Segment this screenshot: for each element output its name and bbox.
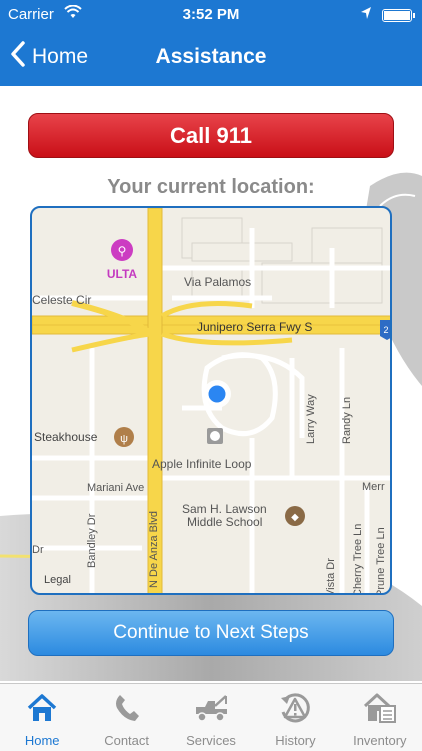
battery-icon — [382, 9, 415, 22]
tab-services[interactable]: Services — [169, 684, 253, 751]
map-label-celeste: Celeste Cir — [32, 293, 91, 307]
tab-inventory[interactable]: Inventory — [338, 684, 422, 751]
call-911-button[interactable]: Call 911 — [28, 113, 394, 158]
house-icon — [26, 692, 58, 729]
tab-bar: Home Contact Services History Inventory — [0, 683, 422, 751]
tab-label-home: Home — [24, 733, 60, 748]
map-label-lawson-1: Sam H. Lawson — [182, 502, 267, 516]
tab-history[interactable]: History — [253, 684, 337, 751]
history-warning-icon — [279, 692, 311, 729]
map-label-cherry: Cherry Tree Ln — [352, 524, 364, 595]
map-label-bandley: Bandley Dr — [86, 513, 98, 568]
map-label-dr: Dr — [32, 544, 44, 556]
current-location-dot — [205, 382, 229, 406]
tab-label-inventory: Inventory — [353, 733, 407, 748]
map-label-merr: Merr — [362, 481, 385, 493]
map-label-de-anza: N De Anza Blvd — [148, 511, 160, 588]
svg-text:◆: ◆ — [291, 512, 299, 523]
map-label-larry: Larry Way — [305, 394, 317, 444]
map-label-via-palamos: Via Palamos — [184, 275, 251, 289]
clock: 3:52 PM — [182, 6, 240, 23]
location-arrow-icon — [360, 6, 372, 24]
tab-label-services: Services — [186, 733, 236, 748]
map-label-mariani: Mariani Ave — [87, 482, 144, 494]
map-label-legal: Legal — [44, 574, 71, 586]
location-map[interactable]: ⚲ ULTA Via Palamos Celeste Cir Junipero … — [30, 206, 392, 595]
map-label-prune: Prune Tree Ln — [375, 527, 387, 595]
map-label-vista: Vista Dr — [325, 558, 337, 595]
map-label-randy: Randy Ln — [341, 397, 353, 444]
tab-contact[interactable]: Contact — [84, 684, 168, 751]
svg-text:ψ: ψ — [120, 433, 128, 445]
phone-icon — [112, 692, 142, 729]
tab-home[interactable]: Home — [0, 684, 84, 751]
page-title: Assistance — [155, 45, 267, 68]
map-label-steakhouse: Steakhouse — [34, 430, 98, 444]
map-label-lawson-2: Middle School — [187, 515, 262, 529]
tow-truck-icon — [193, 692, 229, 729]
svg-text:⚲: ⚲ — [118, 244, 127, 258]
current-location-label: Your current location: — [107, 176, 315, 198]
map-label-apple: Apple Infinite Loop — [152, 457, 252, 471]
map-label-freeway: Junipero Serra Fwy S — [197, 320, 312, 334]
navigation-bar: Home Assistance — [0, 30, 422, 86]
house-document-icon — [363, 692, 397, 729]
tab-label-history: History — [275, 733, 316, 748]
continue-button[interactable]: Continue to Next Steps — [28, 610, 394, 656]
tab-label-contact: Contact — [104, 733, 150, 748]
map-label-ulta: ULTA — [107, 267, 138, 281]
map-label-freeway-shield: 2 — [383, 325, 388, 335]
status-bar: Carrier 3:52 PM — [0, 0, 422, 30]
